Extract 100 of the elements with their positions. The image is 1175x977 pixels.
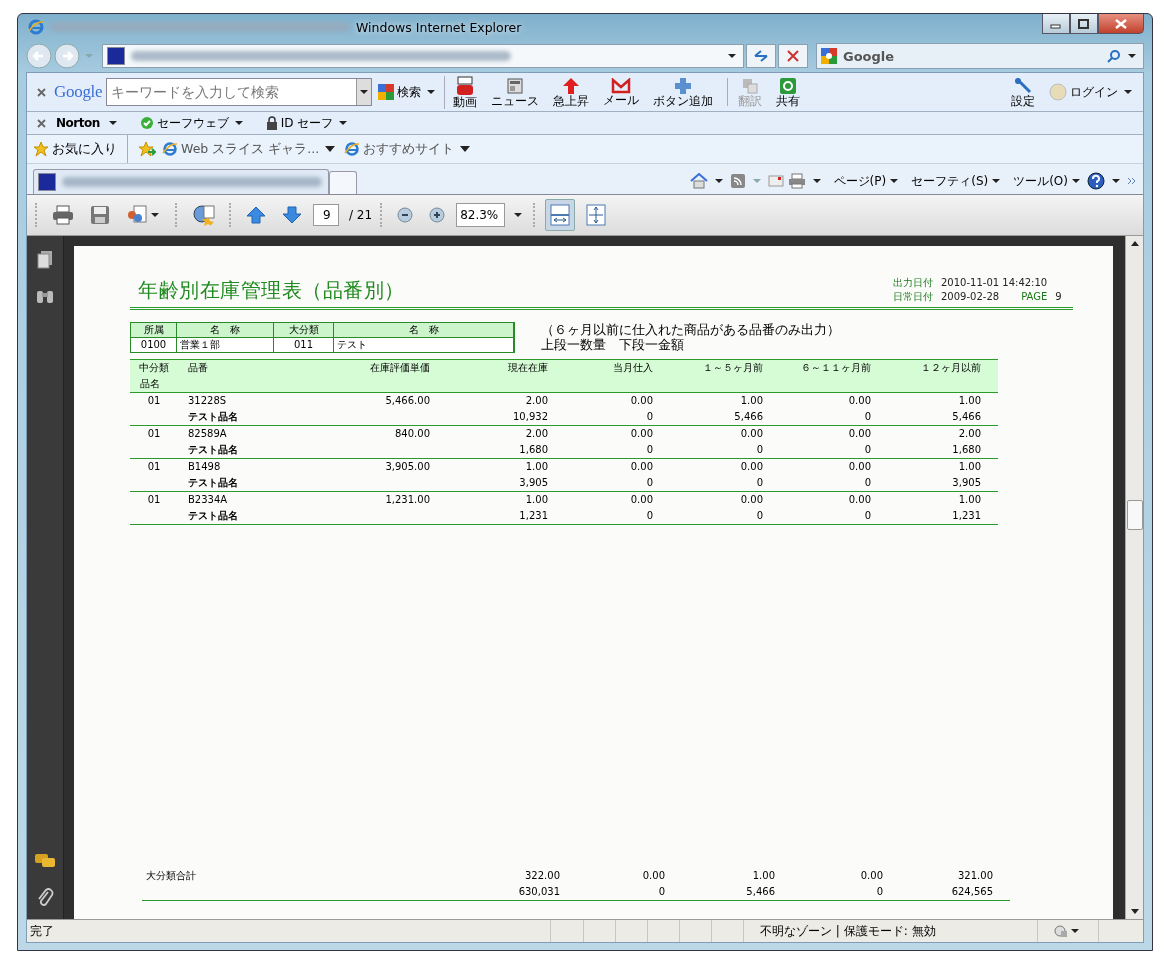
browser-logo-icon bbox=[28, 19, 44, 35]
meta-value: 2010-11-01 14:42:10 bbox=[941, 276, 1048, 290]
table-cell-text: 1,231 bbox=[951, 509, 981, 523]
google-icon bbox=[378, 84, 395, 100]
table-cell-text: 1,680 bbox=[518, 443, 548, 457]
table-cell-text: 1.00 bbox=[751, 869, 775, 883]
column-header: １２ヶ月以前 bbox=[920, 361, 981, 375]
mail-icon bbox=[611, 77, 632, 94]
meta-value: 2009-02-28 bbox=[941, 290, 1000, 304]
star-icon bbox=[33, 141, 49, 157]
table-header: 所属 bbox=[131, 323, 177, 338]
toolbar-button[interactable]: メール bbox=[599, 77, 648, 107]
table-cell-text: 0.00 bbox=[739, 493, 763, 507]
menu-button[interactable]: ツール(O) bbox=[1013, 172, 1083, 190]
favorites-button[interactable]: お気に入り bbox=[33, 140, 117, 158]
settings-button[interactable]: 設定 bbox=[1007, 76, 1043, 108]
toolbar-button[interactable]: 動画 bbox=[449, 75, 486, 109]
table-cell-text: 0.00 bbox=[859, 869, 883, 883]
fit-width-button[interactable] bbox=[545, 199, 576, 231]
search-button[interactable]: 検索 bbox=[376, 83, 441, 101]
table-cell-text: 0 bbox=[863, 443, 871, 457]
table-cell-text: 5,466.00 bbox=[384, 394, 430, 408]
home-icon[interactable] bbox=[689, 173, 708, 189]
minimize-button[interactable] bbox=[1042, 14, 1070, 34]
back-button[interactable] bbox=[26, 43, 52, 69]
norton-logo[interactable]: Norton bbox=[56, 116, 100, 130]
share-icon bbox=[779, 76, 798, 95]
search-provider-icon bbox=[821, 48, 837, 64]
table-cell-text: 0.00 bbox=[629, 394, 653, 408]
zoom-field[interactable]: 82.3% bbox=[456, 203, 506, 227]
table-cell-text: 2.00 bbox=[524, 427, 548, 441]
status-text: 完了 bbox=[29, 922, 55, 940]
plus-icon bbox=[674, 76, 693, 95]
close-button[interactable] bbox=[1098, 14, 1144, 34]
newspaper-icon bbox=[506, 76, 525, 95]
table-cell-text: B2334A bbox=[187, 493, 229, 507]
table-cell-text: 0 bbox=[645, 476, 653, 490]
toolbar-button[interactable]: ニュース bbox=[487, 76, 548, 108]
menu-button[interactable]: セーフティ(S) bbox=[911, 172, 1004, 190]
comments-icon[interactable] bbox=[34, 853, 56, 869]
column-header: 現在在庫 bbox=[507, 361, 548, 375]
table-cell-text: 10,932 bbox=[512, 410, 548, 424]
table-cell-text: 1,231.00 bbox=[384, 493, 430, 507]
table-cell-text: 321.00 bbox=[957, 869, 993, 883]
toolbar-button[interactable]: ID セーフ bbox=[265, 114, 351, 132]
browser-tab[interactable] bbox=[33, 169, 329, 194]
mail-icon[interactable] bbox=[767, 175, 784, 187]
maximize-button[interactable] bbox=[1070, 14, 1098, 34]
table-cell-text: 0 bbox=[863, 410, 871, 424]
meta-label: 日常日付 bbox=[893, 290, 933, 304]
lock-icon bbox=[265, 116, 278, 130]
table-cell-text: 1,680 bbox=[951, 443, 981, 457]
table-cell-text: 1.00 bbox=[524, 493, 548, 507]
paperclip-icon[interactable] bbox=[36, 887, 54, 909]
table-cell-text: 0.00 bbox=[847, 460, 871, 474]
browser-logo-icon bbox=[162, 141, 178, 157]
print-icon[interactable] bbox=[787, 173, 806, 189]
table-cell-text: 1,231 bbox=[518, 509, 548, 523]
search-icon[interactable] bbox=[1107, 49, 1121, 63]
favorites-link[interactable]: Web スライス ギャラ... bbox=[162, 140, 339, 158]
stop-button[interactable] bbox=[778, 44, 808, 68]
table-cell-text: テスト品名 bbox=[187, 509, 239, 523]
favorites-link[interactable]: おすすめサイト bbox=[344, 140, 474, 158]
help-icon[interactable] bbox=[1087, 172, 1105, 190]
close-icon bbox=[787, 50, 799, 62]
column-header: １～５ヶ月前 bbox=[702, 361, 763, 375]
zoom-icon[interactable] bbox=[1054, 924, 1068, 938]
up-arrow-icon bbox=[562, 76, 581, 95]
scrollbar[interactable] bbox=[1125, 236, 1143, 919]
toolbar-button[interactable]: セーフウェブ bbox=[139, 114, 246, 132]
zone-status: 不明なゾーン | 保護モード: 無効 bbox=[743, 920, 1037, 942]
check-icon bbox=[139, 116, 154, 130]
pages-icon[interactable] bbox=[36, 250, 54, 270]
table-cell-text: 624,565 bbox=[950, 885, 993, 899]
feed-icon[interactable] bbox=[729, 173, 746, 189]
search-box[interactable]: Google bbox=[816, 43, 1144, 69]
binoculars-icon[interactable] bbox=[36, 288, 54, 304]
toolbar-button[interactable]: ボタン追加 bbox=[649, 76, 722, 108]
table-cell-text: 0.00 bbox=[641, 869, 665, 883]
new-tab-button[interactable] bbox=[329, 171, 357, 194]
table-cell-text: テスト品名 bbox=[187, 443, 239, 457]
refresh-button[interactable] bbox=[746, 44, 776, 68]
keyword-search-field[interactable]: キーワードを入力して検索 bbox=[106, 78, 373, 106]
menu-button[interactable]: ページ(P) bbox=[833, 172, 902, 190]
print-icon bbox=[52, 205, 74, 225]
toolbar-button[interactable]: 急上昇 bbox=[549, 76, 598, 108]
save-icon bbox=[90, 205, 110, 225]
page-number-field[interactable]: 9 bbox=[313, 204, 339, 226]
add-favorite-icon[interactable] bbox=[138, 141, 156, 157]
login-button[interactable]: ログイン bbox=[1047, 83, 1137, 101]
toolbar-button[interactable]: 共有 bbox=[772, 76, 809, 108]
address-field[interactable] bbox=[102, 44, 744, 68]
search-field[interactable]: Google bbox=[841, 47, 1103, 65]
table-cell: 011 bbox=[274, 338, 334, 352]
forward-button[interactable] bbox=[54, 43, 80, 69]
table-cell-text: テスト品名 bbox=[187, 410, 239, 424]
chevron-icon[interactable] bbox=[1127, 177, 1137, 185]
table-cell-text: 0.00 bbox=[847, 427, 871, 441]
table-cell-text: 3,905.00 bbox=[384, 460, 430, 474]
page-label: PAGE bbox=[1021, 290, 1048, 304]
